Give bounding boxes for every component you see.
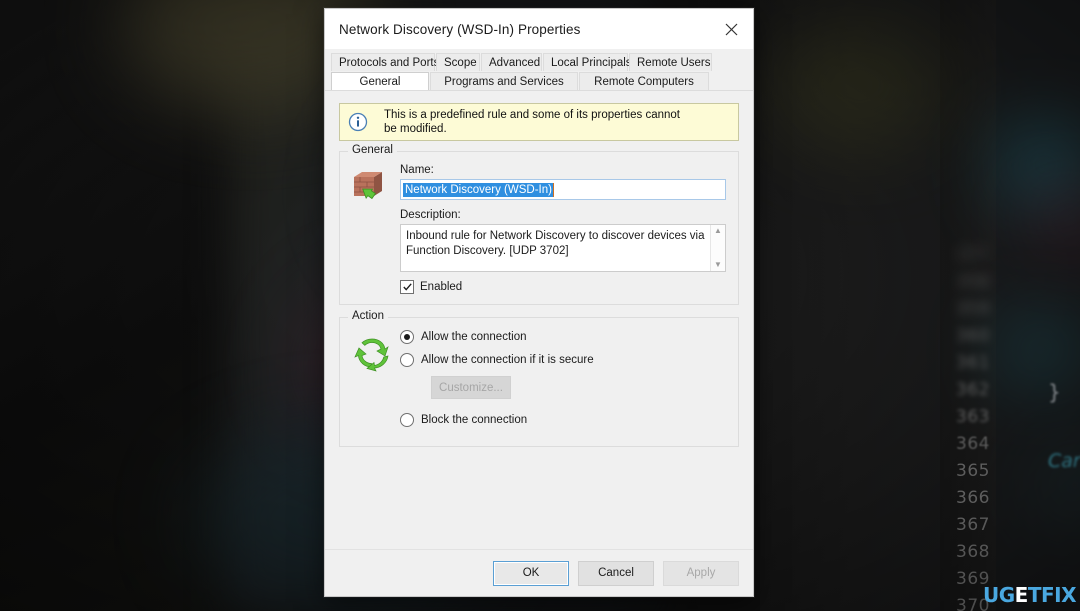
radio-label: Block the connection	[421, 414, 528, 426]
radio-button	[400, 330, 414, 344]
tab-protocols-and-ports[interactable]: Protocols and Ports	[331, 53, 439, 71]
radio-button	[400, 353, 414, 367]
radio-dot	[404, 334, 410, 340]
scroll-down-icon[interactable]: ▼	[714, 261, 722, 269]
radio-button	[400, 413, 414, 427]
watermark-part-2: E	[1014, 583, 1029, 607]
ugetfix-watermark: UG E TFIX	[983, 583, 1077, 607]
tab-advanced[interactable]: Advanced	[481, 53, 542, 71]
radio-allow-the-connection[interactable]: Allow the connection	[400, 330, 726, 344]
watermark-part-3: TFIX	[1027, 583, 1077, 607]
tab-strip: Protocols and Ports Scope Advanced Local Pr…	[325, 49, 753, 91]
dialog-title: Network Discovery (WSD-In) Properties	[339, 21, 581, 37]
green-circular-arrows-icon	[352, 330, 400, 436]
action-group-box: Action Allow the connection Allow the con…	[339, 310, 739, 447]
description-value: Inbound rule for Network Discovery to di…	[406, 230, 705, 257]
radio-block-the-connection[interactable]: Block the connection	[400, 413, 726, 427]
tab-remote-computers[interactable]: Remote Computers	[579, 72, 709, 90]
tab-row-lower: General Programs and Services Remote Compu…	[331, 71, 747, 90]
radio-allow-the-connection-if-it-is-secure[interactable]: Allow the connection if it is secure	[400, 353, 726, 367]
tab-local-principals[interactable]: Local Principals	[543, 53, 632, 71]
predefined-rule-notice: This is a predefined rule and some of it…	[339, 103, 739, 141]
apply-button: Apply	[663, 560, 739, 586]
text-caret	[552, 182, 554, 197]
customize-button: Customize...	[431, 376, 511, 399]
description-label: Description:	[400, 209, 461, 221]
tab-general[interactable]: General	[331, 72, 429, 90]
close-icon[interactable]	[709, 9, 753, 49]
scroll-up-icon[interactable]: ▲	[714, 227, 722, 235]
watermark-part-1: UG	[983, 583, 1015, 607]
info-icon	[348, 112, 370, 132]
name-input[interactable]: Network Discovery (WSD-In)	[400, 179, 726, 200]
action-radio-group: Allow the connection Allow the connection…	[400, 330, 726, 436]
tab-row-upper: Protocols and Ports Scope Advanced Local Pr…	[331, 52, 747, 71]
enabled-checkbox[interactable]: Enabled	[400, 280, 726, 294]
cancel-button[interactable]: Cancel	[578, 560, 654, 586]
firewall-brick-wall-icon	[352, 164, 396, 294]
properties-dialog: Network Discovery (WSD-In) Properties Pr…	[324, 8, 754, 597]
dialog-footer: OK Cancel Apply	[325, 549, 753, 596]
tab-remote-users[interactable]: Remote Users	[629, 53, 712, 71]
description-textarea[interactable]: Inbound rule for Network Discovery to di…	[400, 224, 726, 272]
ok-button[interactable]: OK	[493, 560, 569, 586]
tab-programs-and-services[interactable]: Programs and Services	[430, 72, 578, 90]
general-group-legend: General	[348, 144, 397, 156]
name-input-value: Network Discovery (WSD-In)	[403, 182, 553, 197]
predefined-rule-notice-text: This is a predefined rule and some of it…	[384, 109, 680, 135]
name-label: Name:	[400, 164, 434, 176]
tab-scope[interactable]: Scope	[436, 53, 480, 71]
checkbox-box	[400, 280, 414, 294]
radio-label: Allow the connection	[421, 331, 527, 343]
general-group-box: General Name: Network Discovery (WSD-In)…	[339, 144, 739, 305]
radio-label: Allow the connection if it is secure	[421, 354, 594, 366]
action-group-legend: Action	[348, 310, 388, 322]
enabled-label: Enabled	[420, 281, 463, 293]
description-scrollbar[interactable]: ▲ ▼	[710, 225, 725, 271]
dialog-title-bar[interactable]: Network Discovery (WSD-In) Properties	[325, 9, 753, 49]
tab-content-general: This is a predefined rule and some of it…	[325, 91, 753, 549]
